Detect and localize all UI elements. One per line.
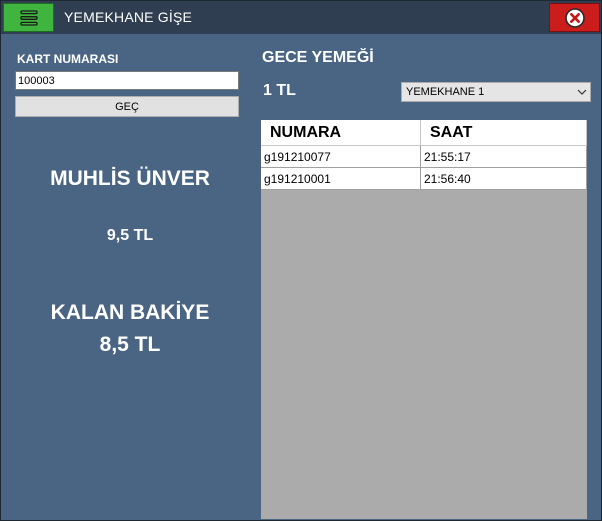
card-number-input[interactable] xyxy=(15,71,239,90)
cell-number[interactable]: g191210001 xyxy=(261,167,421,190)
cell-time[interactable]: 21:55:17 xyxy=(420,145,587,168)
column-header-number[interactable]: NUMARA xyxy=(261,120,421,146)
meal-price: 1 TL xyxy=(263,82,296,99)
meal-title: GECE YEMEĞİ xyxy=(262,49,374,66)
person-name: MUHLİS ÜNVER xyxy=(50,167,210,190)
title-bar: YEMEKHANE GİŞE xyxy=(1,1,601,34)
card-number-label: KART NUMARASI xyxy=(17,52,119,66)
cafeteria-select[interactable]: YEMEKHANE 1 xyxy=(401,82,591,102)
table-row[interactable]: g191210077 21:55:17 xyxy=(261,145,587,168)
cell-number[interactable]: g191210077 xyxy=(261,145,421,168)
balance-value: 8,5 TL xyxy=(99,333,161,356)
balance-label: KALAN BAKİYE xyxy=(50,301,210,324)
app-window: YEMEKHANE GİŞE KART NUMARASI GEÇ MUHLİS … xyxy=(0,0,602,521)
table-header-row: NUMARA SAAT xyxy=(261,120,587,146)
chevron-down-icon xyxy=(574,89,590,95)
close-button[interactable] xyxy=(549,3,600,32)
window-title: YEMEKHANE GİŞE xyxy=(64,9,193,25)
meal-charge: 9,5 TL xyxy=(106,227,154,244)
go-button[interactable]: GEÇ xyxy=(15,96,239,117)
transactions-grid[interactable]: NUMARA SAAT g191210077 21:55:17 g1912100… xyxy=(261,120,587,519)
hamburger-icon xyxy=(19,9,38,26)
menu-button[interactable] xyxy=(3,3,54,32)
transactions-table: NUMARA SAAT g191210077 21:55:17 g1912100… xyxy=(261,120,587,190)
table-row[interactable]: g191210001 21:56:40 xyxy=(261,167,587,190)
column-header-time[interactable]: SAAT xyxy=(420,120,587,146)
close-circle-icon xyxy=(564,7,585,28)
cell-time[interactable]: 21:56:40 xyxy=(420,167,587,190)
cafeteria-selected-value: YEMEKHANE 1 xyxy=(406,86,485,98)
